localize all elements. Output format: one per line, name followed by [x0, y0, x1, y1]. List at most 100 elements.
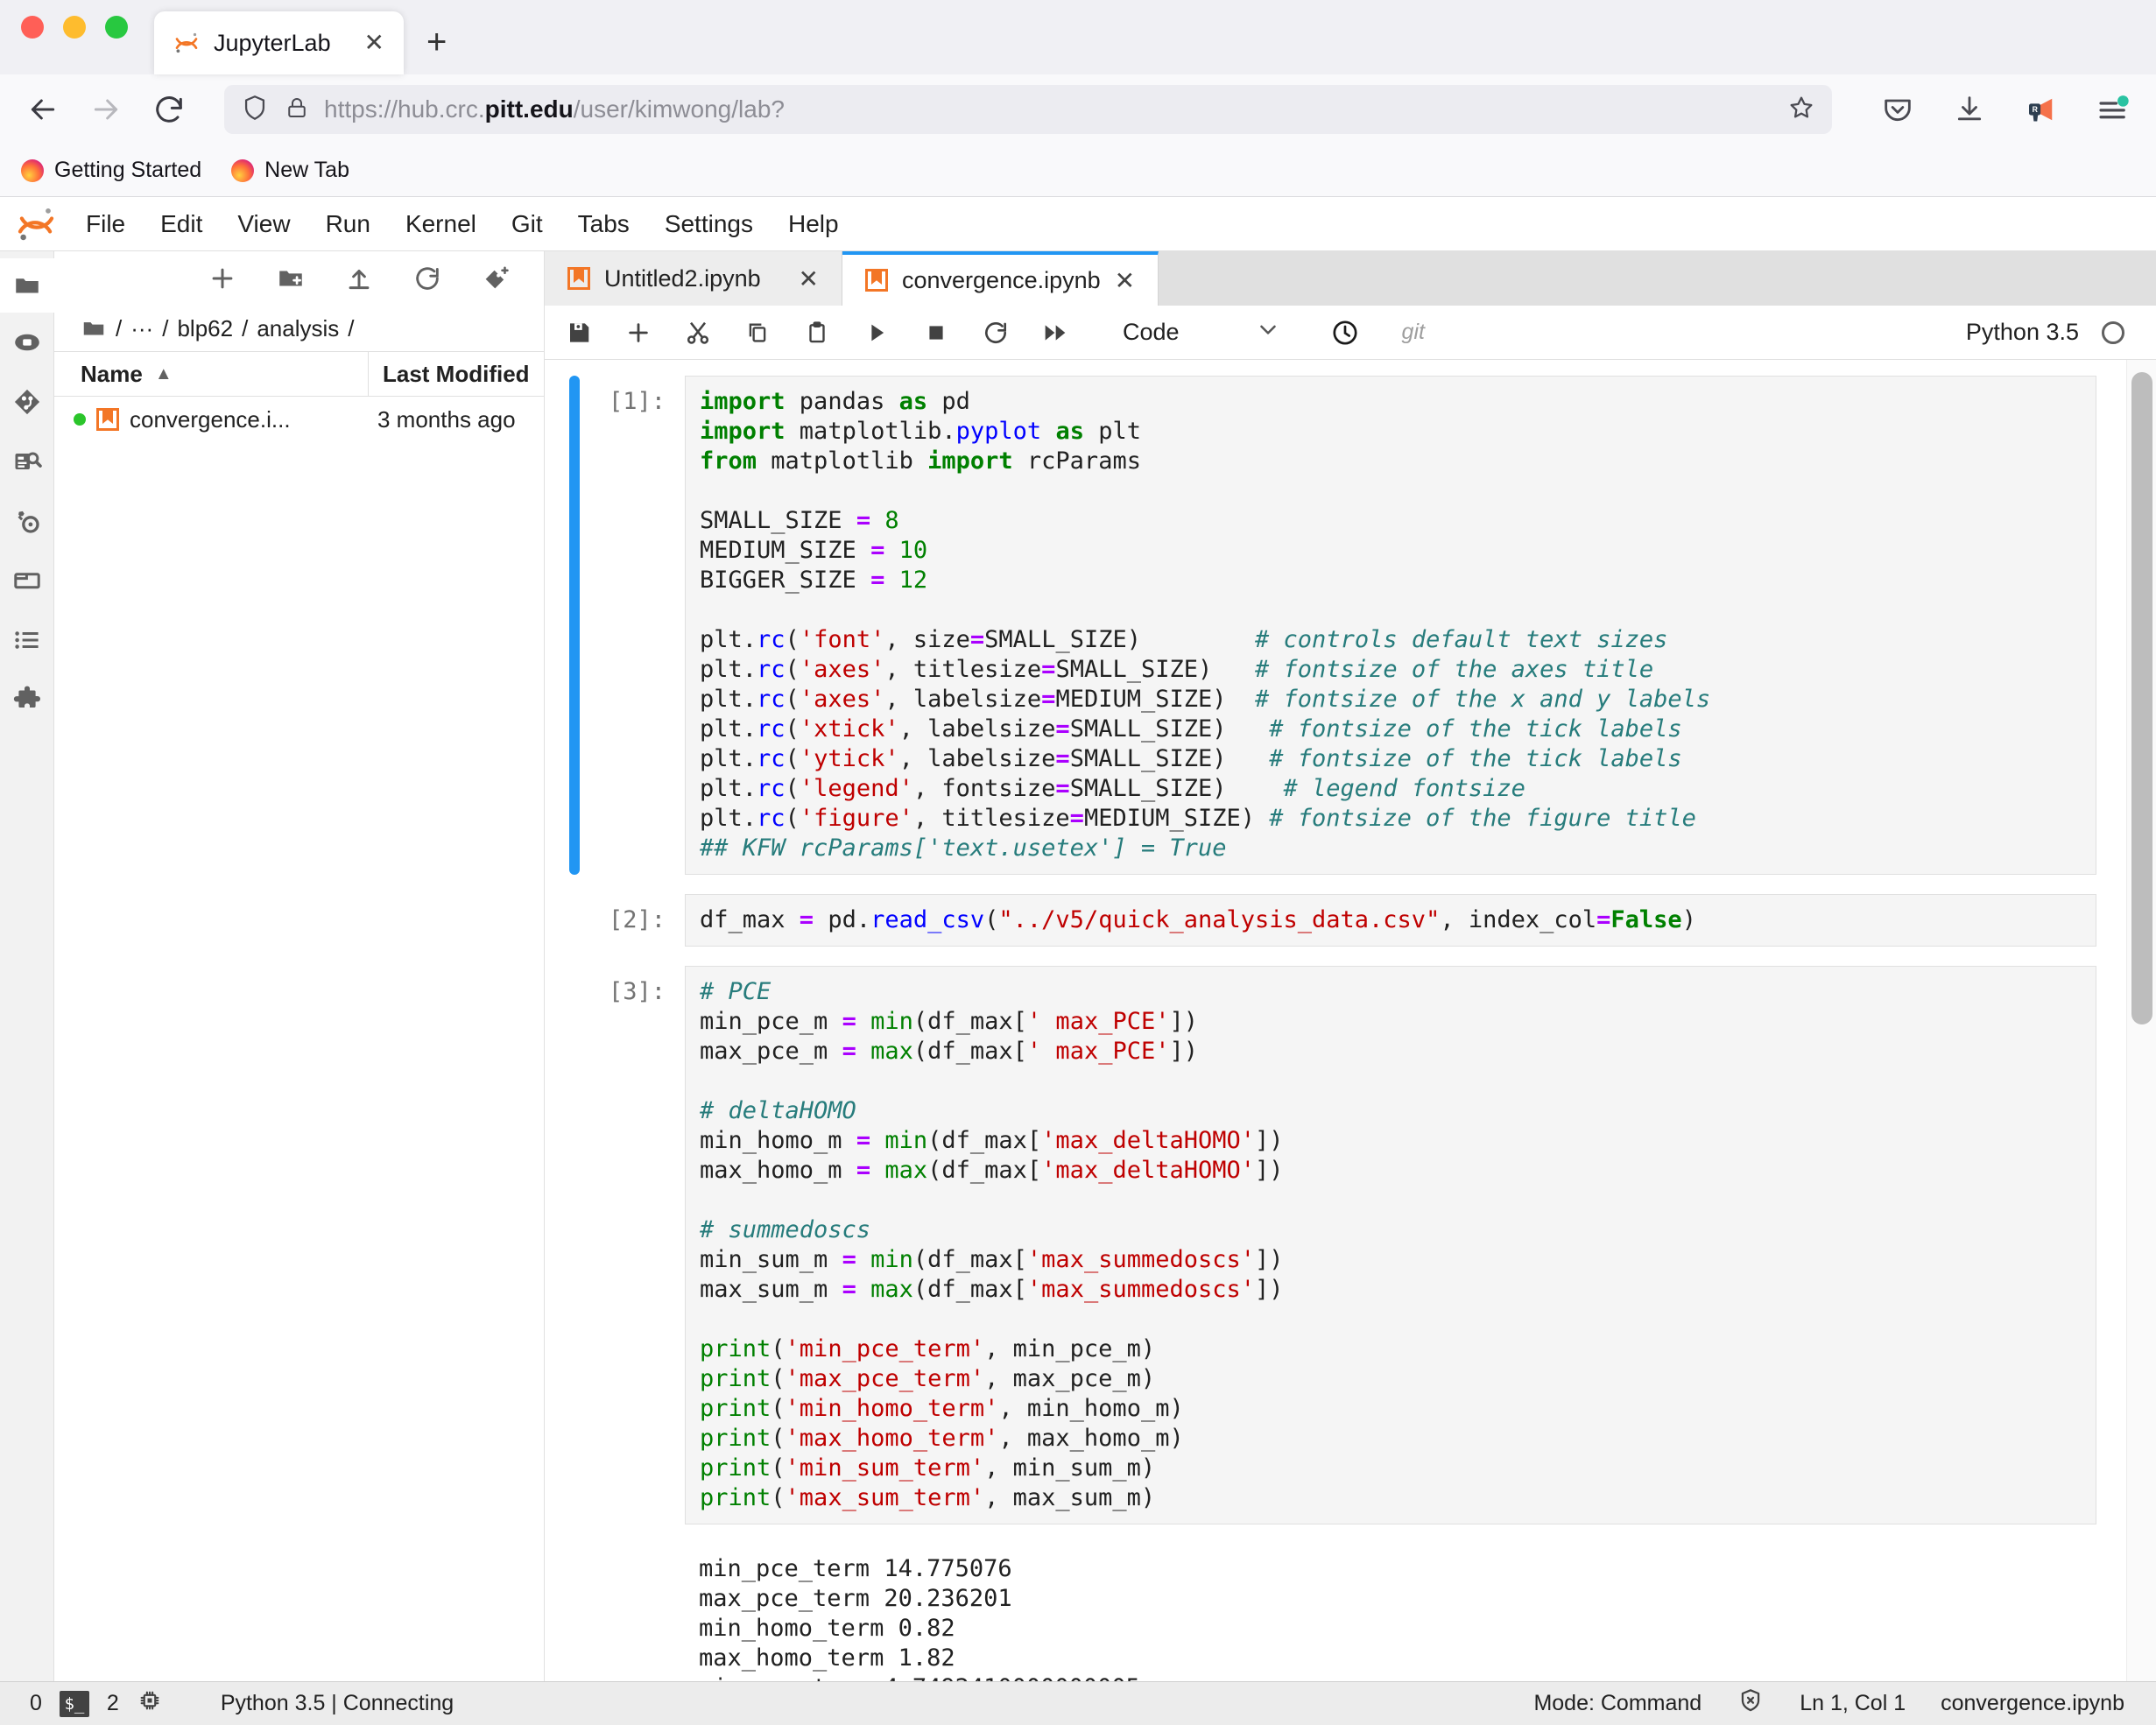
maximize-window-button[interactable] — [105, 15, 128, 39]
window-controls — [21, 0, 128, 74]
folder-icon[interactable] — [81, 315, 107, 341]
run-icon[interactable] — [862, 320, 891, 346]
file-list-item[interactable]: convergence.i... 3 months ago — [54, 397, 544, 442]
cell-type-dropdown[interactable]: Code — [1123, 319, 1180, 346]
shield-x-icon[interactable] — [1737, 1686, 1765, 1721]
code-token: = — [870, 567, 885, 594]
back-button[interactable] — [23, 89, 63, 130]
minimize-window-button[interactable] — [63, 15, 86, 39]
lock-icon[interactable] — [284, 95, 310, 125]
sidebar-item-running-terminals[interactable] — [0, 313, 54, 372]
restart-run-all-icon[interactable] — [1040, 319, 1070, 347]
notebook-cell[interactable]: [2]: df_max = pd.read_csv("../v5/quick_a… — [545, 894, 2126, 966]
menu-edit[interactable]: Edit — [143, 197, 220, 251]
new-launcher-icon[interactable] — [208, 264, 237, 293]
code-token: min_pce_m — [700, 1008, 842, 1035]
menu-icon[interactable] — [2093, 89, 2133, 130]
notebook-scrollbar[interactable] — [2126, 360, 2156, 1681]
sidebar-item-git[interactable] — [0, 372, 54, 432]
menu-help[interactable]: Help — [771, 197, 856, 251]
terminal-icon[interactable]: $_ — [59, 1690, 89, 1717]
breadcrumb-analysis[interactable]: analysis — [257, 315, 339, 342]
scrollbar-thumb[interactable] — [2131, 372, 2152, 1024]
breadcrumb-root[interactable]: / — [116, 315, 122, 342]
menu-tabs[interactable]: Tabs — [560, 197, 647, 251]
code-line: import matplotlib.pyplot as plt — [700, 417, 2082, 447]
cell-input-editor[interactable]: import pandas as pd import matplotlib.pyp… — [685, 376, 2096, 875]
menu-settings[interactable]: Settings — [647, 197, 771, 251]
menu-kernel[interactable]: Kernel — [388, 197, 494, 251]
cut-icon[interactable] — [683, 319, 713, 347]
forward-button[interactable] — [86, 89, 126, 130]
browser-tab-strip: JupyterLab ✕ + — [0, 0, 2156, 74]
close-icon[interactable]: ✕ — [364, 31, 384, 55]
breadcrumb-ellipsis[interactable]: ··· — [130, 315, 153, 342]
stop-icon[interactable] — [921, 320, 951, 345]
git-status-label[interactable]: git — [1402, 320, 1425, 345]
code-token: ( — [785, 656, 800, 683]
breadcrumb-blp62[interactable]: blp62 — [177, 315, 233, 342]
kernel-indicator[interactable]: Python 3.5 — [1966, 319, 2137, 346]
menu-file[interactable]: File — [68, 197, 143, 251]
pocket-icon[interactable] — [1878, 89, 1918, 130]
new-folder-icon[interactable] — [276, 264, 306, 293]
sidebar-item-extensions[interactable] — [0, 670, 54, 729]
sidebar-item-open-tabs[interactable] — [0, 551, 54, 610]
sidebar-item-table-of-contents[interactable] — [0, 610, 54, 670]
restart-icon[interactable] — [981, 319, 1011, 347]
cell-selection-bar — [569, 966, 580, 1524]
code-token: ]) — [1255, 1157, 1284, 1184]
tab-convergence[interactable]: convergence.ipynb ✕ — [842, 251, 1159, 306]
cell-input-editor[interactable]: df_max = pd.read_csv("../v5/quick_analys… — [685, 894, 2096, 947]
sidebar-item-property-inspector[interactable] — [0, 491, 54, 551]
close-icon[interactable]: ✕ — [799, 264, 819, 293]
running-terminals-icon — [14, 334, 39, 351]
new-tab-button[interactable]: + — [426, 23, 447, 62]
upload-icon[interactable] — [344, 264, 374, 293]
column-header-name[interactable]: Name ▲ — [54, 352, 369, 396]
notebook-cell[interactable]: [1]: import pandas as pd import matplotli… — [545, 376, 2126, 894]
bookmark-getting-started[interactable]: Getting Started — [21, 158, 201, 183]
clock-icon[interactable] — [1330, 318, 1360, 348]
download-icon[interactable] — [1949, 89, 1990, 130]
code-token: rc — [757, 805, 786, 832]
menu-view[interactable]: View — [220, 197, 307, 251]
notebook-cells: [1]: import pandas as pd import matplotli… — [545, 360, 2126, 1681]
url-text[interactable]: https://hub.crc.pitt.edu/user/kimwong/la… — [324, 95, 785, 123]
url-domain: pitt.edu — [484, 95, 574, 123]
tab-untitled2[interactable]: Untitled2.ipynb ✕ — [545, 251, 842, 306]
code-token: = — [842, 1008, 856, 1035]
cpu-icon[interactable] — [137, 1687, 163, 1720]
insert-cell-icon[interactable] — [624, 319, 653, 347]
menu-run[interactable]: Run — [308, 197, 388, 251]
copy-icon[interactable] — [743, 320, 772, 346]
sidebar-item-file-browser[interactable] — [0, 258, 54, 313]
close-icon[interactable]: ✕ — [1115, 266, 1135, 295]
megaphone-icon[interactable]: R — [2021, 89, 2061, 130]
menu-git[interactable]: Git — [494, 197, 560, 251]
bookmark-new-tab[interactable]: New Tab — [231, 158, 349, 183]
bookmark-star-icon[interactable] — [1786, 93, 1816, 127]
column-header-last-modified[interactable]: Last Modified — [369, 352, 544, 396]
url-bar[interactable]: https://hub.crc.pitt.edu/user/kimwong/la… — [224, 85, 1832, 134]
save-icon[interactable] — [564, 320, 594, 346]
notebook-cell[interactable]: [3]: # PCE min_pce_m = min(df_max[' max_P… — [545, 966, 2126, 1544]
chevron-down-icon[interactable] — [1255, 316, 1281, 349]
reload-button[interactable] — [149, 89, 189, 130]
new-checkpoint-icon[interactable] — [481, 264, 511, 293]
kernel-idle-circle-icon[interactable] — [2102, 320, 2124, 344]
close-window-button[interactable] — [21, 15, 44, 39]
breadcrumb-sep-1: / — [162, 314, 169, 341]
shield-icon[interactable] — [240, 93, 270, 127]
refresh-icon[interactable] — [412, 264, 442, 293]
browser-tab-jupyterlab[interactable]: JupyterLab ✕ — [154, 11, 404, 74]
paste-icon[interactable] — [802, 320, 832, 346]
sidebar-item-debugger[interactable] — [0, 432, 54, 491]
cell-input-editor[interactable]: # PCE min_pce_m = min(df_max[' max_PCE'])… — [685, 966, 2096, 1524]
tab-label: convergence.ipynb — [902, 266, 1101, 293]
code-token: plt. — [700, 745, 757, 772]
code-token: 'font' — [799, 626, 885, 653]
code-token: ]) — [1255, 1276, 1284, 1303]
